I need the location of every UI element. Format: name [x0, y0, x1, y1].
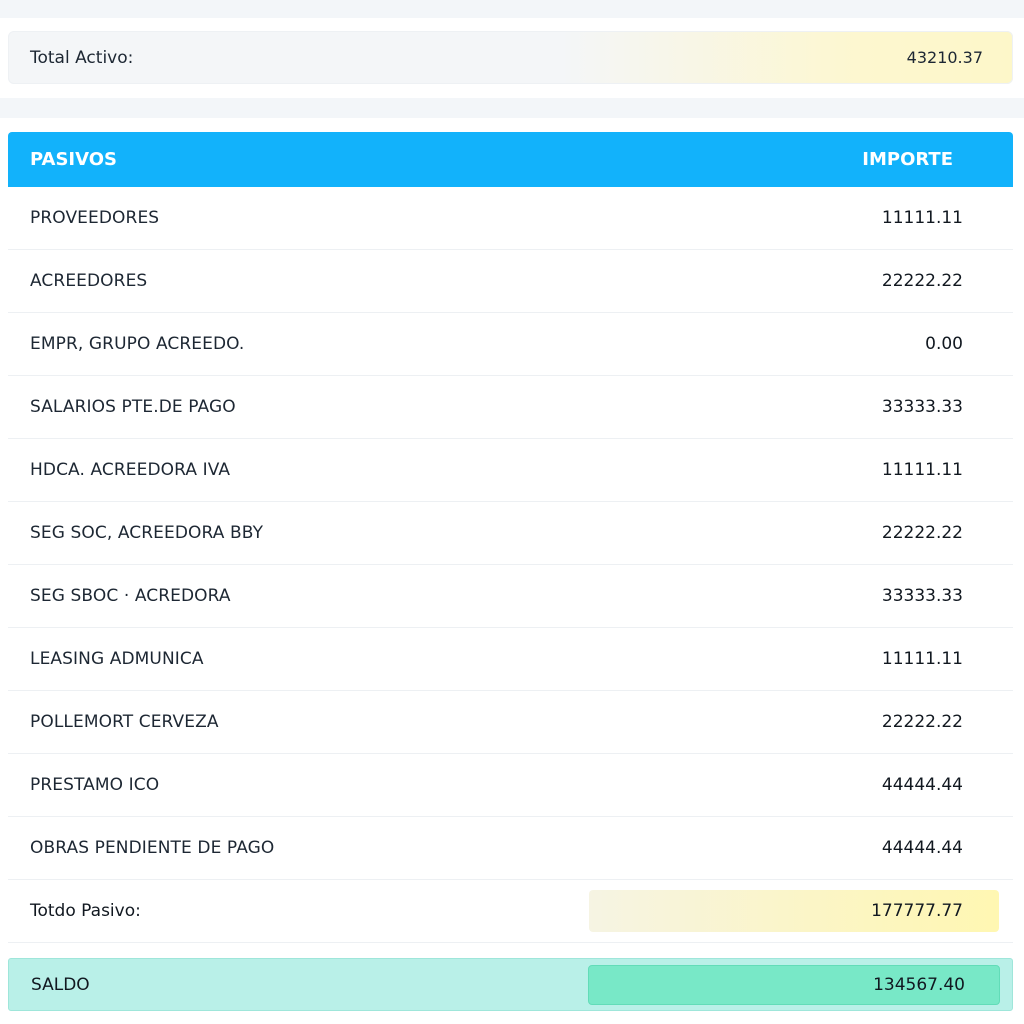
row-amount: 22222.22	[881, 271, 963, 291]
row-name: LEASING ADMUNICA	[30, 649, 204, 669]
row-name: OBRAS PENDIENTE DE PAGO	[30, 838, 275, 858]
table-row: SEG SOC, ACREEDORA BBY 22222.22	[8, 502, 1013, 565]
section-divider	[0, 98, 1024, 118]
saldo-row: SALDO 134567.40	[8, 958, 1013, 1011]
saldo-value: 134567.40	[588, 964, 1000, 1005]
row-name: PRESTAMO ICO	[30, 775, 160, 795]
row-name: SALARIOS PTE.DE PAGO	[30, 397, 236, 417]
table-row: SEG SBOC · ACREDORA 33333.33	[8, 565, 1013, 628]
header-pasivos: PASIVOS	[30, 149, 118, 170]
row-name: SEG SBOC · ACREDORA	[30, 586, 231, 606]
row-amount: 22222.22	[881, 523, 963, 543]
top-band	[0, 0, 1024, 18]
total-activo-label: Total Activo:	[30, 47, 134, 68]
total-pasivo-label: Totdo Pasivo:	[30, 901, 141, 921]
table-row: ACREEDORES 22222.22	[8, 250, 1013, 313]
row-name: POLLEMORT CERVEZA	[30, 712, 219, 732]
table-row: PRESTAMO ICO 44444.44	[8, 754, 1013, 817]
row-name: HDCA. ACREEDORA IVA	[30, 460, 231, 480]
total-activo-row: Total Activo: 43210.37	[8, 31, 1013, 84]
table-row: LEASING ADMUNICA 11111.11	[8, 628, 1013, 691]
row-amount: 33333.33	[881, 586, 963, 606]
total-pasivo-row: Totdo Pasivo: 177777.77	[8, 880, 1013, 943]
total-activo-value: 43210.37	[906, 48, 983, 67]
table-row: EMPR, GRUPO ACREEDO. 0.00	[8, 313, 1013, 376]
row-name: PROVEEDORES	[30, 208, 160, 228]
header-importe: IMPORTE	[862, 149, 953, 170]
row-amount: 22222.22	[881, 712, 963, 732]
total-pasivo-value: 177777.77	[589, 890, 999, 932]
row-name: SEG SOC, ACREEDORA BBY	[30, 523, 264, 543]
row-amount: 11111.11	[881, 208, 963, 228]
table-body: PROVEEDORES 11111.11 ACREEDORES 22222.22…	[8, 187, 1013, 943]
row-amount: 44444.44	[881, 838, 963, 858]
row-amount: 11111.11	[881, 649, 963, 669]
saldo-label: SALDO	[31, 974, 90, 995]
table-header: PASIVOS IMPORTE	[8, 132, 1013, 187]
row-name: EMPR, GRUPO ACREEDO.	[30, 334, 245, 354]
table-row: OBRAS PENDIENTE DE PAGO 44444.44	[8, 817, 1013, 880]
table-row: HDCA. ACREEDORA IVA 11111.11	[8, 439, 1013, 502]
row-amount: 44444.44	[881, 775, 963, 795]
table-row: POLLEMORT CERVEZA 22222.22	[8, 691, 1013, 754]
table-row: PROVEEDORES 11111.11	[8, 187, 1013, 250]
pasivos-table: PASIVOS IMPORTE PROVEEDORES 11111.11 ACR…	[8, 132, 1013, 943]
row-amount: 0.00	[925, 334, 963, 354]
row-amount: 33333.33	[881, 397, 963, 417]
row-name: ACREEDORES	[30, 271, 148, 291]
row-amount: 11111.11	[881, 460, 963, 480]
table-row: SALARIOS PTE.DE PAGO 33333.33	[8, 376, 1013, 439]
